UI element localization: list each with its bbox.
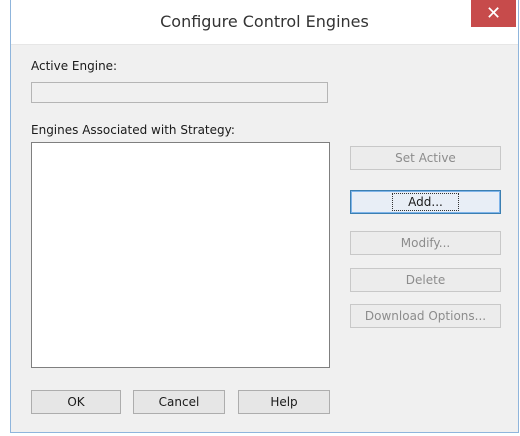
cancel-button[interactable]: Cancel	[133, 390, 225, 414]
window-title: Configure Control Engines	[160, 12, 369, 31]
close-icon: ✕	[485, 3, 502, 24]
active-engine-field	[31, 82, 328, 103]
title-bar: Configure Control Engines ✕	[11, 0, 518, 45]
add-button[interactable]: Add...	[350, 190, 501, 214]
delete-button[interactable]: Delete	[350, 268, 501, 292]
engines-listbox[interactable]	[31, 142, 330, 368]
help-button[interactable]: Help	[238, 390, 330, 414]
configure-control-engines-dialog: Configure Control Engines ✕ Active Engin…	[10, 0, 519, 433]
engines-list-label: Engines Associated with Strategy:	[31, 123, 235, 137]
modify-button[interactable]: Modify...	[350, 231, 501, 255]
close-button[interactable]: ✕	[471, 0, 516, 27]
ok-button[interactable]: OK	[31, 390, 121, 414]
add-button-label: Add...	[392, 193, 459, 211]
set-active-button[interactable]: Set Active	[350, 146, 501, 170]
active-engine-label: Active Engine:	[31, 59, 118, 73]
download-options-button[interactable]: Download Options...	[350, 304, 501, 328]
